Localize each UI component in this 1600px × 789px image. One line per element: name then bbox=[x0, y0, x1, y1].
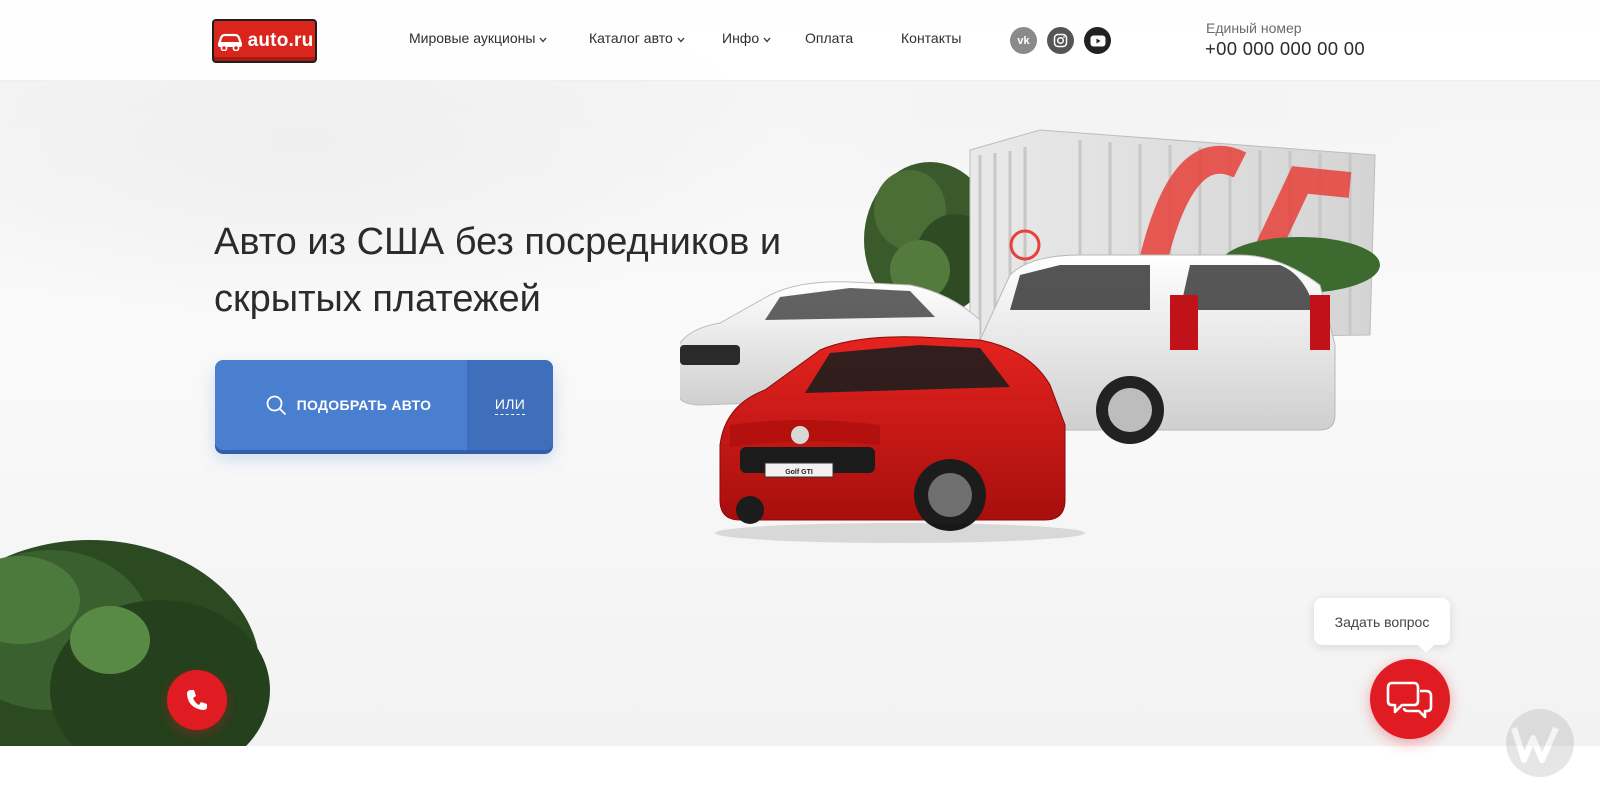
chevron-down-icon bbox=[539, 37, 547, 42]
instagram-icon[interactable] bbox=[1047, 27, 1074, 54]
nav-item-contacts[interactable]: Контакты bbox=[901, 30, 961, 46]
nav-item-label: Инфо bbox=[722, 30, 760, 46]
vk-glyph: vk bbox=[1017, 34, 1030, 47]
youtube-icon[interactable] bbox=[1084, 27, 1111, 54]
or-link-area: ИЛИ bbox=[467, 360, 553, 450]
watermark-logo bbox=[1506, 709, 1574, 777]
instagram-glyph bbox=[1053, 33, 1068, 48]
nav-item-label: Мировые аукционы bbox=[409, 30, 536, 46]
youtube-glyph bbox=[1090, 35, 1105, 46]
nav-item-label: Контакты bbox=[901, 30, 962, 46]
chevron-down-icon bbox=[677, 37, 685, 42]
license-plate-text: Golf GTI bbox=[785, 469, 813, 476]
nav-item-label: Оплата bbox=[805, 30, 854, 46]
nav-item-world-auctions[interactable]: Мировые аукционы bbox=[409, 30, 548, 46]
chat-bubbles-icon bbox=[1386, 681, 1433, 719]
find-car-button[interactable]: ПОДОБРАТЬ АВТО bbox=[215, 360, 467, 450]
search-icon bbox=[266, 395, 286, 415]
phone-number[interactable]: +00 000 000 00 00 bbox=[1205, 38, 1365, 60]
phone-label: Единый номер bbox=[1206, 20, 1302, 36]
phone-icon bbox=[187, 690, 207, 710]
find-car-cta: ПОДОБРАТЬ АВТО ИЛИ bbox=[215, 360, 553, 450]
site-logo[interactable]: auto.ru bbox=[212, 19, 317, 63]
nav-item-payment[interactable]: Оплата bbox=[805, 30, 853, 46]
site-header: auto.ru Мировые аукционы Каталог авто Ин… bbox=[0, 0, 1600, 81]
or-link[interactable]: ИЛИ bbox=[494, 396, 526, 415]
call-button[interactable] bbox=[167, 670, 227, 730]
nav-item-info[interactable]: Инфо bbox=[722, 30, 772, 46]
social-links: vk bbox=[1010, 27, 1111, 54]
foreground-bush-illustration bbox=[0, 540, 270, 746]
nav-item-label: Каталог авто bbox=[589, 30, 673, 46]
logo-text: auto.ru bbox=[247, 30, 314, 51]
ask-question-label: Задать вопрос bbox=[1334, 613, 1430, 630]
cars-container-illustration: Golf GTI bbox=[680, 129, 1380, 543]
chat-button[interactable] bbox=[1370, 659, 1450, 739]
find-car-label: ПОДОБРАТЬ АВТО bbox=[296, 397, 432, 413]
car-logo-icon bbox=[217, 33, 242, 51]
nav-item-car-catalog[interactable]: Каталог авто bbox=[589, 30, 686, 46]
vk-icon[interactable]: vk bbox=[1010, 27, 1037, 54]
ask-question-tooltip[interactable]: Задать вопрос bbox=[1314, 598, 1450, 653]
chevron-down-icon bbox=[763, 37, 771, 42]
